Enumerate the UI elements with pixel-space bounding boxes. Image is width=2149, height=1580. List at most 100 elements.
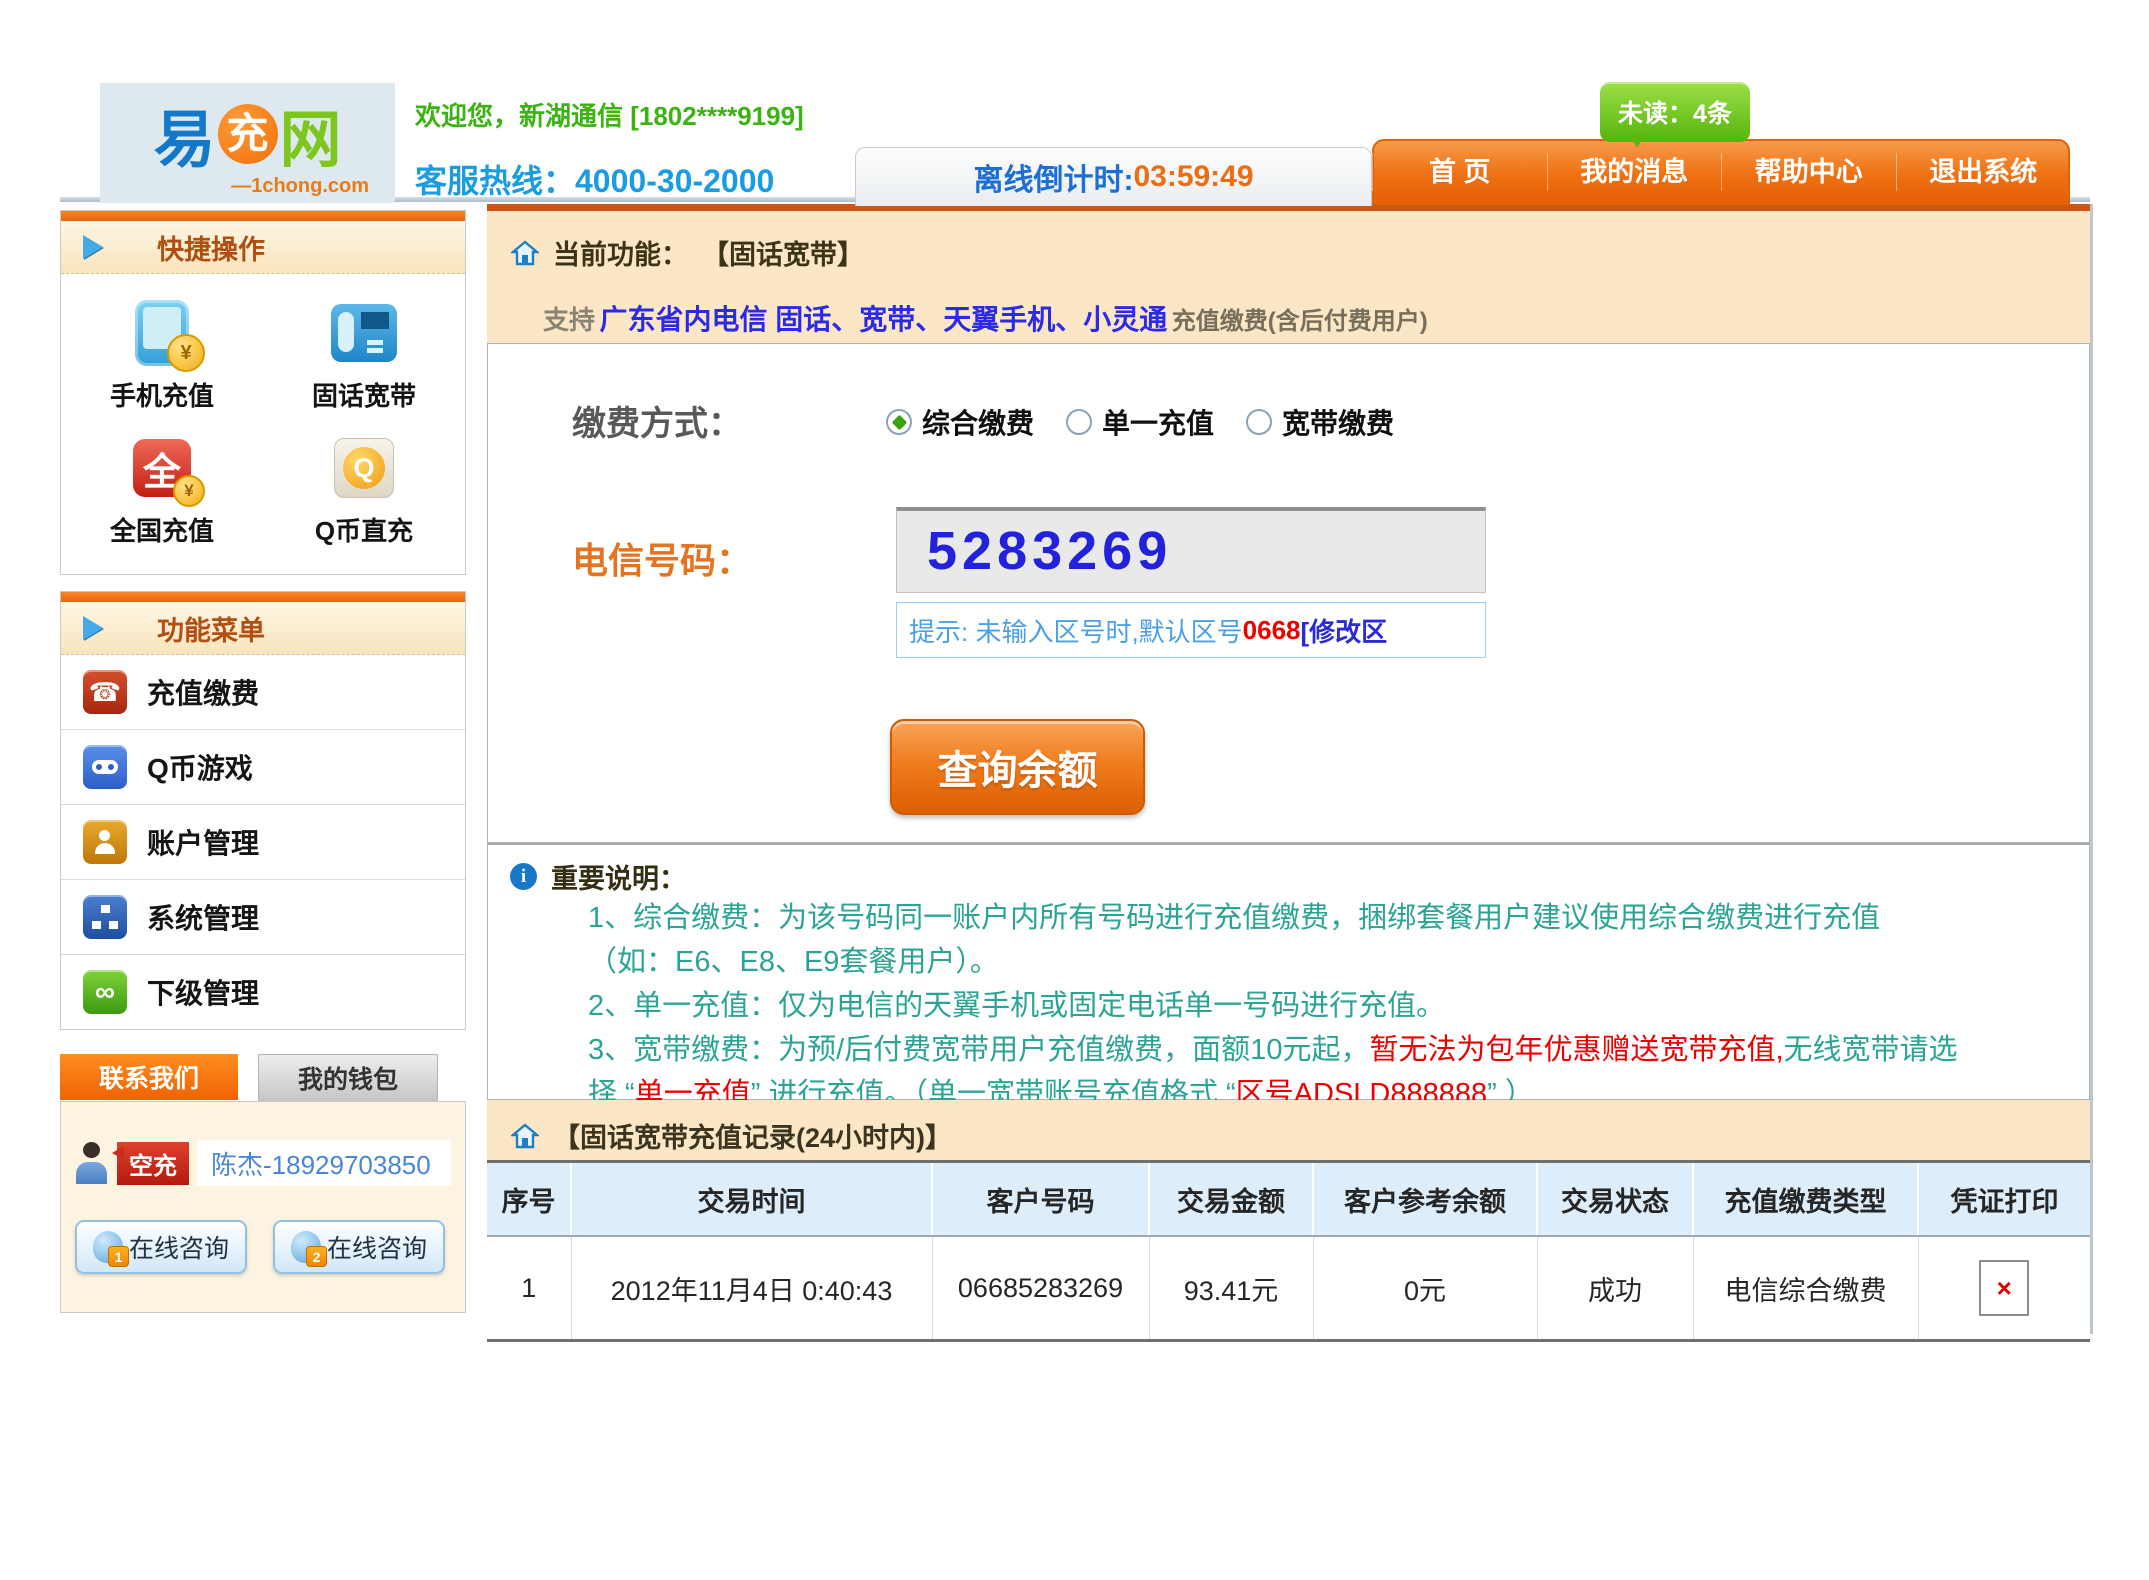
broken-image-icon[interactable]: ×: [1979, 1260, 2029, 1316]
cell-ref-balance: 0元: [1313, 1236, 1537, 1341]
empty-recharge-badge: 空充: [117, 1142, 189, 1185]
current-function-label: 当前功能：: [553, 233, 688, 272]
quick-item-mobile-recharge[interactable]: ¥ 手机充值: [61, 290, 263, 425]
countdown-label: 离线倒计时:: [973, 155, 1133, 199]
logo-domain: —1chong.com: [231, 175, 369, 198]
records-table: 序号 交易时间 客户号码 交易金额 客户参考余额 交易状态 充值缴费类型 凭证打…: [487, 1160, 2090, 1342]
telecom-number-input[interactable]: 5283269: [896, 507, 1486, 593]
col-ref-balance: 客户参考余额: [1313, 1162, 1537, 1237]
quick-item-qcoin-recharge[interactable]: Q Q币直充: [263, 425, 465, 560]
function-menu-title: 功能菜单: [157, 609, 265, 648]
welcome-text: 欢迎您，新湖通信 [1802****9199]: [415, 96, 804, 133]
menu-item-recharge-pay[interactable]: ☎ 充值缴费: [61, 655, 465, 729]
online-consult-button-1[interactable]: 1 在线咨询: [75, 1220, 247, 1274]
col-serial: 序号: [487, 1162, 571, 1237]
nav-logout[interactable]: 退出系统: [1896, 153, 2071, 191]
important-notes: i 重要说明： 1、综合缴费：为该号码同一账户内所有号码进行充值缴费，捆绑套餐用…: [487, 843, 2090, 1100]
info-icon: i: [510, 863, 537, 890]
recharge-form: 缴费方式： 综合缴费 单一充值 宽带缴费 电信号码： 5283269 提示: 未…: [487, 343, 2090, 843]
site-logo[interactable]: 易 充 网 —1chong.com: [100, 83, 395, 203]
function-menu-list: ☎ 充值缴费 Q币游戏 账户管理 系统管理 ∞ 下级管理: [61, 655, 465, 1029]
quick-item-label: Q币直充: [315, 511, 413, 548]
landline-broadband-icon: [329, 298, 399, 368]
nav-home[interactable]: 首 页: [1372, 153, 1547, 191]
query-balance-button[interactable]: 查询余额: [890, 719, 1145, 815]
radio-single-recharge[interactable]: [1066, 409, 1092, 435]
quick-item-label: 全国充值: [110, 511, 214, 548]
change-area-code-link[interactable]: [修改区: [1301, 612, 1388, 649]
unread-messages-badge[interactable]: 未读：4条: [1600, 82, 1750, 142]
function-menu-header: 功能菜单: [61, 602, 465, 655]
col-transaction-time: 交易时间: [571, 1162, 932, 1237]
offline-countdown-tab: 离线倒计时: 03:59:49: [855, 147, 1372, 206]
current-function-value: 【固话宽带】: [702, 233, 864, 272]
table-header-row: 序号 交易时间 客户号码 交易金额 客户参考余额 交易状态 充值缴费类型 凭证打…: [487, 1162, 2090, 1237]
radio-label-single[interactable]: 单一充值: [1102, 402, 1214, 442]
page: 易 充 网 —1chong.com 欢迎您，新湖通信 [1802****9199…: [0, 0, 2149, 1580]
area-code-tip: 提示: 未输入区号时,默认区号 0668 [修改区: [896, 602, 1486, 658]
qcoin-game-icon: [83, 745, 127, 789]
radio-label-broadband[interactable]: 宽带缴费: [1282, 402, 1394, 442]
home-icon: [511, 1123, 539, 1149]
recharge-pay-icon: ☎: [83, 670, 127, 714]
logo-char-1: 易: [153, 89, 215, 179]
cell-amount: 93.41元: [1149, 1236, 1313, 1341]
quick-item-label: 手机充值: [110, 376, 214, 413]
function-menu-section: 功能菜单 ☎ 充值缴费 Q币游戏 账户管理 系统管理: [60, 591, 466, 1030]
note-line-3: 2、单一充值：仅为电信的天翼手机或固定电话单一号码进行充值。: [588, 984, 2089, 1028]
nav-help-center[interactable]: 帮助中心: [1721, 153, 1896, 191]
note-line-2: （如：E6、E8、E9套餐用户）。: [588, 940, 2089, 984]
pay-method-radios: 综合缴费 单一充值 宽带缴费: [886, 402, 1416, 442]
support-highlight: 广东省内电信 固话、宽带、天翼手机、小灵通: [599, 304, 1167, 335]
tab-contact-us[interactable]: 联系我们: [60, 1054, 238, 1100]
quick-operations-title: 快捷操作: [157, 228, 265, 267]
pay-method-label: 缴费方式：: [572, 396, 742, 445]
menu-item-subordinate-management[interactable]: ∞ 下级管理: [61, 954, 465, 1029]
agent-name: 陈杰-18929703850: [211, 1145, 431, 1182]
records-band: 【固话宽带充值记录(24小时内)】: [487, 1100, 2090, 1160]
agent-strip: 陈杰-18929703850: [197, 1140, 451, 1186]
nav-messages[interactable]: 我的消息: [1547, 153, 1722, 191]
online-consult-button-2[interactable]: 2 在线咨询: [273, 1220, 445, 1274]
menu-item-qcoin-games[interactable]: Q币游戏: [61, 729, 465, 804]
notes-title: 重要说明：: [551, 857, 686, 896]
support-line: 支持 广东省内电信 固话、宽带、天翼手机、小灵通 充值缴费(含后付费用户): [543, 298, 2090, 338]
logo-char-2: 充: [218, 104, 278, 164]
default-area-code: 0668: [1243, 615, 1301, 646]
radio-broadband-pay[interactable]: [1246, 409, 1272, 435]
col-amount: 交易金额: [1149, 1162, 1313, 1237]
logo-char-3: 网: [280, 89, 342, 179]
mobile-recharge-icon: ¥: [127, 298, 197, 368]
quick-item-nationwide-recharge[interactable]: 全¥ 全国充值: [61, 425, 263, 560]
subordinate-manage-icon: ∞: [83, 970, 127, 1014]
home-icon: [511, 240, 539, 266]
contact-tabs: 联系我们 我的钱包: [60, 1054, 466, 1101]
section-orange-strip: [61, 592, 465, 602]
quick-item-landline-broadband[interactable]: 固话宽带: [263, 290, 465, 425]
menu-item-account-management[interactable]: 账户管理: [61, 804, 465, 879]
radio-label-combined[interactable]: 综合缴费: [922, 402, 1034, 442]
logo-text: 易 充 网: [153, 89, 341, 179]
nationwide-recharge-icon: 全¥: [127, 433, 197, 503]
cell-customer-number: 06685283269: [932, 1236, 1149, 1341]
qcoin-recharge-icon: Q: [329, 433, 399, 503]
quick-item-label: 固话宽带: [312, 376, 416, 413]
cell-serial: 1: [487, 1236, 571, 1341]
menu-item-system-management[interactable]: 系统管理: [61, 879, 465, 954]
cell-type: 电信综合缴费: [1693, 1236, 1918, 1341]
quick-operations-header: 快捷操作: [61, 221, 465, 274]
telecom-number-label: 电信号码：: [572, 532, 752, 584]
current-function-band: 当前功能： 【固话宽带】 支持 广东省内电信 固话、宽带、天翼手机、小灵通 充值…: [487, 204, 2090, 343]
table-row: 1 2012年11月4日 0:40:43 06685283269 93.41元 …: [487, 1236, 2090, 1341]
radio-combined-pay[interactable]: [886, 409, 912, 435]
col-status: 交易状态: [1537, 1162, 1693, 1237]
main-content: 当前功能： 【固话宽带】 支持 广东省内电信 固话、宽带、天翼手机、小灵通 充值…: [487, 204, 2093, 1334]
tab-my-wallet[interactable]: 我的钱包: [258, 1054, 438, 1101]
col-type: 充值缴费类型: [1693, 1162, 1918, 1237]
hotline-text: 客服热线：4000-30-2000: [415, 156, 774, 202]
consult-row: 1 在线咨询 2 在线咨询: [75, 1220, 451, 1274]
play-arrow-icon: [83, 616, 103, 640]
quick-operations-grid: ¥ 手机充值 固话宽带 全¥ 全国充值: [61, 274, 465, 574]
section-orange-strip: [61, 211, 465, 221]
agent-row: 空充 陈杰-18929703850: [75, 1140, 451, 1186]
